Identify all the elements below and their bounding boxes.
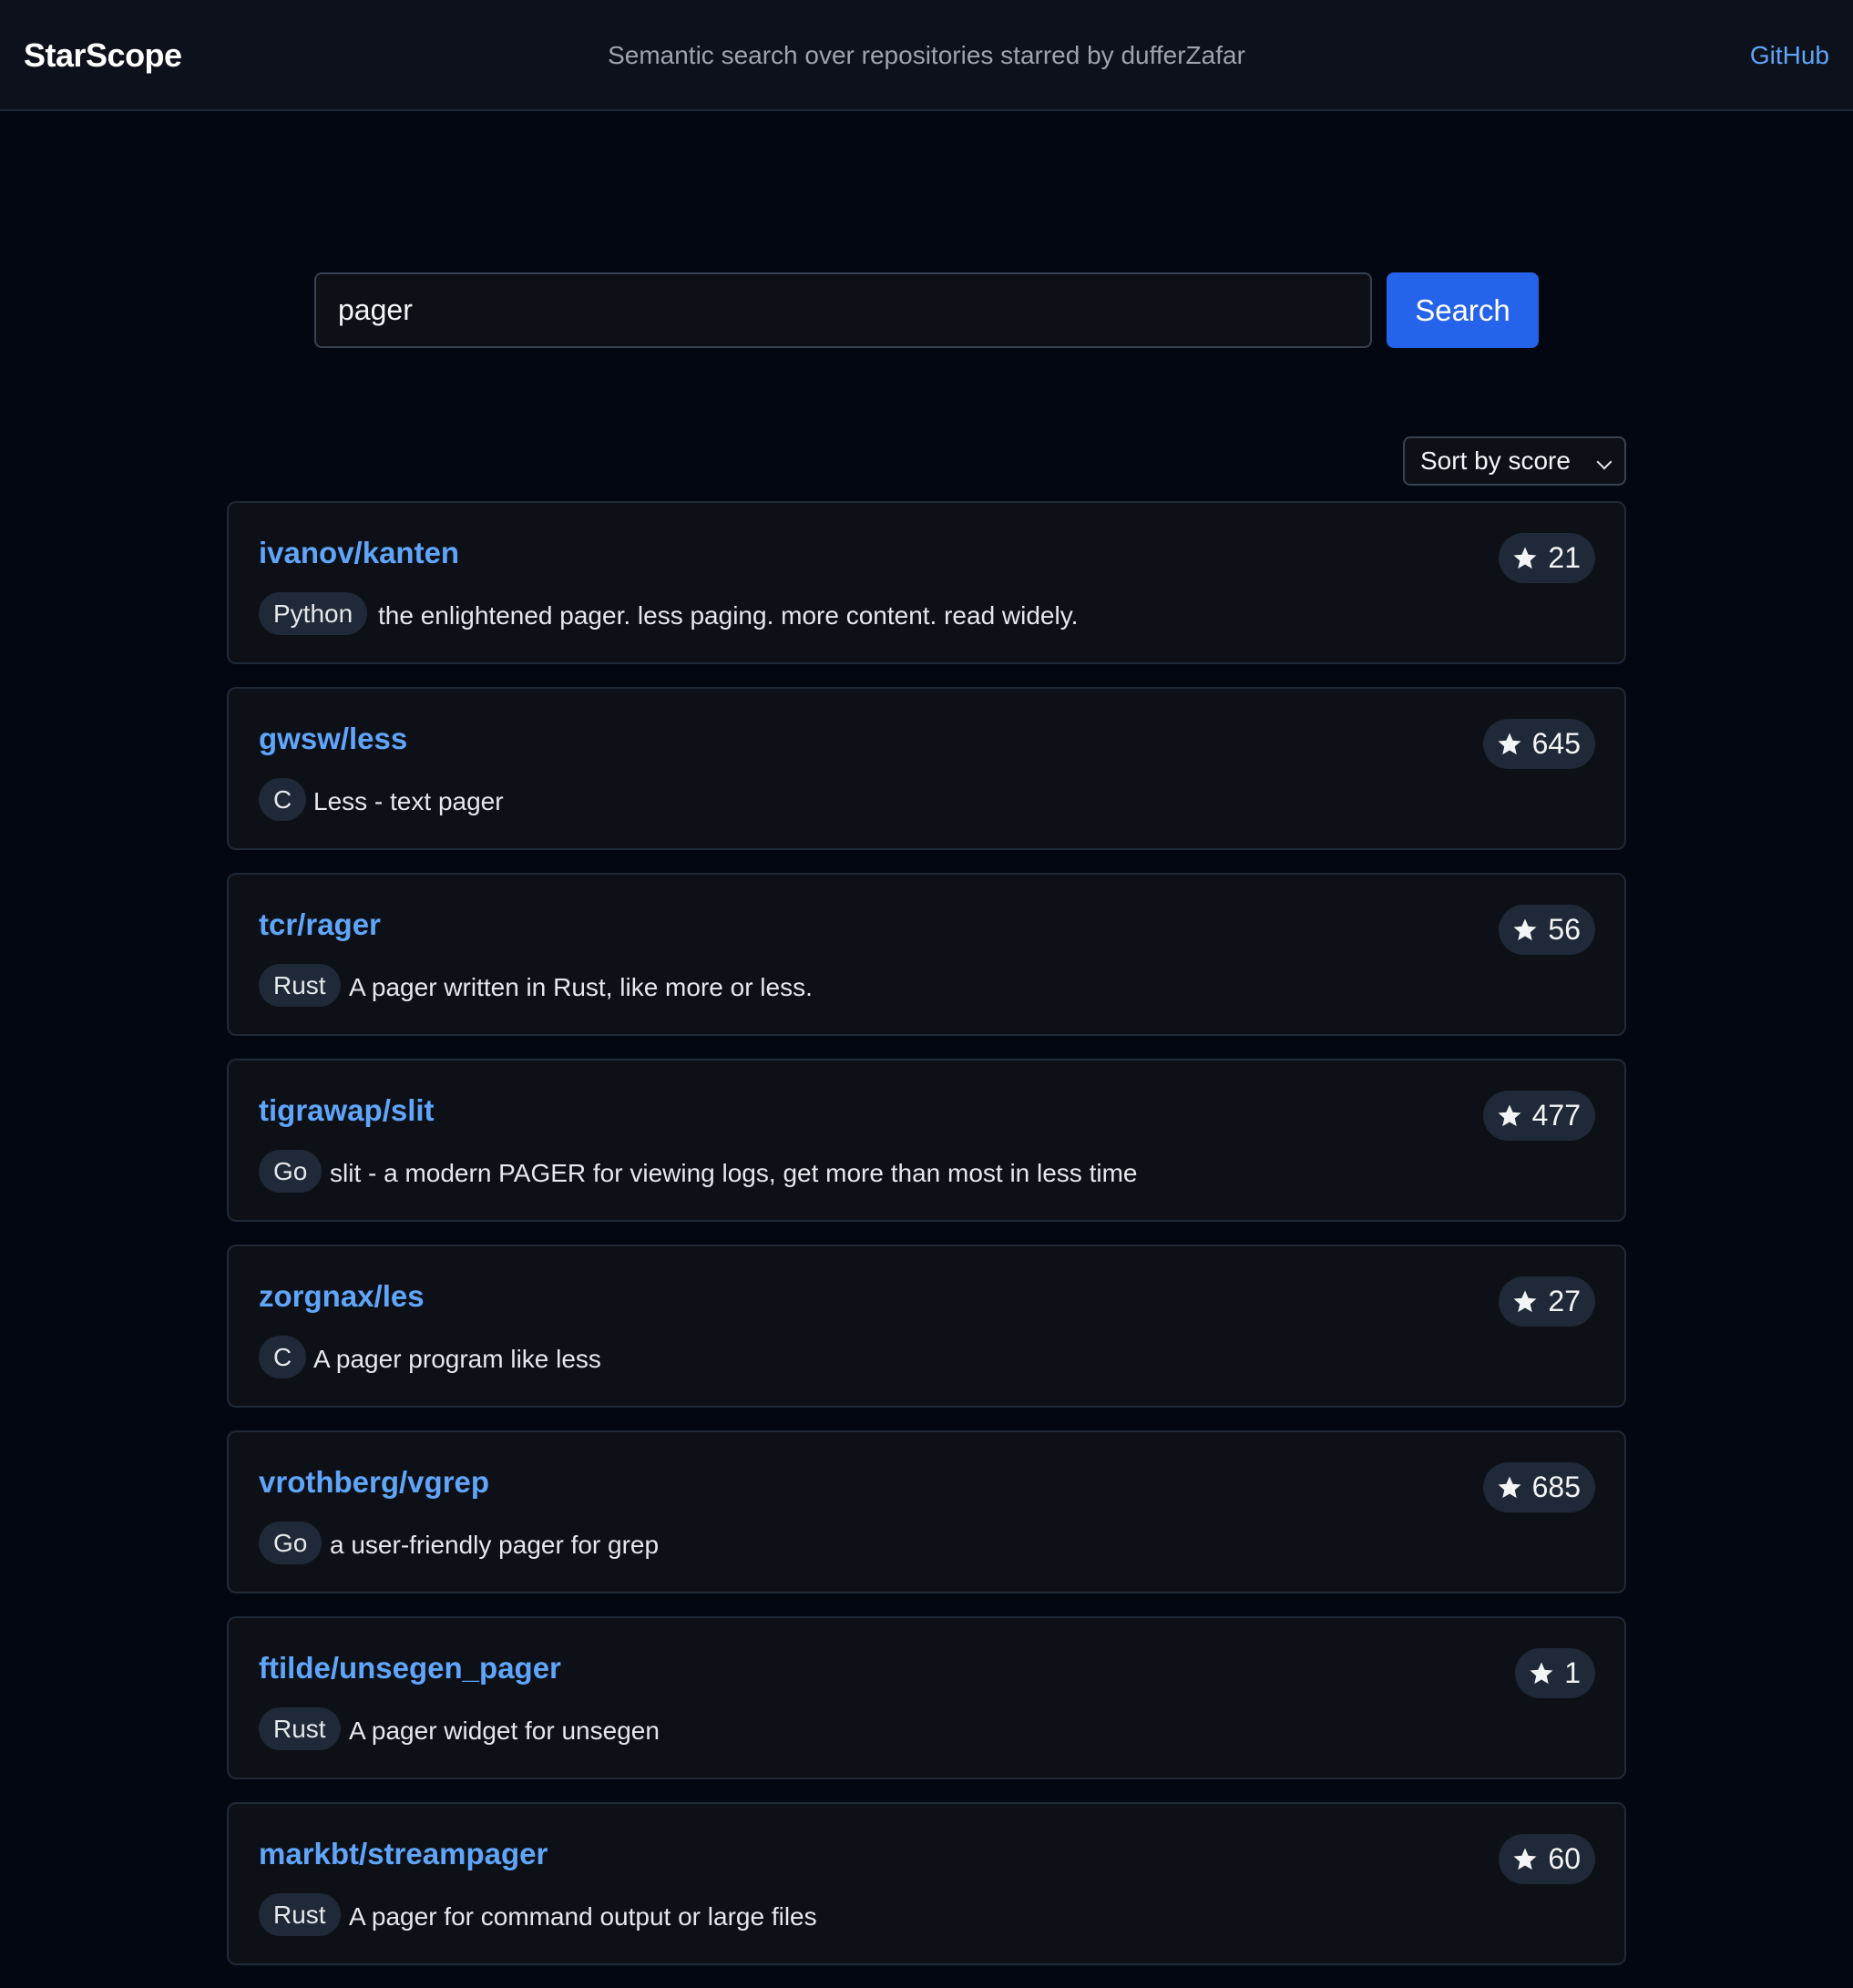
sort-select-label: Sort by score (1420, 446, 1571, 475)
repo-name-link[interactable]: vrothberg/vgrep (259, 1465, 489, 1500)
star-count-badge: 56 (1499, 905, 1595, 955)
star-count: 56 (1548, 913, 1581, 946)
github-link[interactable]: GitHub (1750, 41, 1829, 70)
star-icon (1513, 547, 1537, 569)
star-count: 645 (1531, 727, 1581, 760)
repo-name-link[interactable]: tcr/rager (259, 907, 381, 942)
language-badge: Go (259, 1522, 322, 1564)
result-card: ivanov/kanten 21 Python the enlightened … (227, 501, 1626, 664)
repo-description: A pager written in Rust, like more or le… (349, 973, 813, 1001)
language-badge: Python (259, 592, 368, 635)
star-icon (1513, 1848, 1537, 1870)
chevron-down-icon (1596, 454, 1612, 470)
result-card: markbt/streampager 60 Rust A pager for c… (227, 1802, 1626, 1965)
repo-name-link[interactable]: ivanov/kanten (259, 536, 459, 570)
language-badge: Rust (259, 964, 341, 1007)
language-badge: Rust (259, 1893, 341, 1936)
results-list: ivanov/kanten 21 Python the enlightened … (227, 501, 1626, 1988)
repo-description: A pager widget for unsegen (349, 1716, 660, 1745)
repo-description: A pager program like less (313, 1345, 601, 1373)
top-bar: StarScope Semantic search over repositor… (0, 0, 1853, 111)
star-icon (1498, 1476, 1521, 1498)
star-count: 27 (1548, 1285, 1581, 1317)
search-input[interactable] (314, 272, 1372, 348)
star-count-badge: 685 (1482, 1462, 1595, 1512)
result-card: tigrawap/slit 477 Go slit - a modern PAG… (227, 1059, 1626, 1222)
star-count-badge: 21 (1499, 533, 1595, 583)
repo-name-link[interactable]: tigrawap/slit (259, 1093, 435, 1128)
repo-description: a user-friendly pager for grep (330, 1531, 660, 1559)
star-icon (1513, 1290, 1537, 1312)
search-button[interactable]: Search (1387, 272, 1539, 348)
result-card: vrothberg/vgrep 685 Go a user-friendly p… (227, 1430, 1626, 1593)
language-badge: Go (259, 1150, 322, 1193)
repo-description: slit - a modern PAGER for viewing logs, … (330, 1159, 1138, 1187)
star-icon (1513, 918, 1537, 940)
repo-description: Less - text pager (313, 787, 504, 815)
sort-select[interactable]: Sort by score (1403, 436, 1626, 486)
star-count: 21 (1548, 541, 1581, 574)
star-count: 1 (1564, 1656, 1581, 1689)
result-card: zorgnax/les 27 C A pager program like le… (227, 1245, 1626, 1408)
star-count-badge: 60 (1499, 1834, 1595, 1884)
star-count-badge: 477 (1482, 1091, 1595, 1141)
repo-name-link[interactable]: ftilde/unsegen_pager (259, 1651, 561, 1686)
tagline: Semantic search over repositories starre… (608, 41, 1245, 69)
star-count-badge: 27 (1499, 1276, 1595, 1327)
language-badge: C (259, 778, 307, 821)
star-count: 477 (1531, 1099, 1581, 1132)
star-count: 60 (1548, 1842, 1581, 1875)
result-card: gwsw/less 645 C Less - text pager (227, 687, 1626, 850)
language-badge: Rust (259, 1707, 341, 1750)
star-count-badge: 645 (1482, 719, 1595, 769)
repo-name-link[interactable]: gwsw/less (259, 722, 407, 756)
repo-name-link[interactable]: markbt/streampager (259, 1837, 548, 1871)
result-card: ftilde/unsegen_pager 1 Rust A pager widg… (227, 1616, 1626, 1779)
star-icon (1498, 733, 1521, 754)
star-count-badge: 1 (1515, 1648, 1595, 1698)
star-icon (1498, 1104, 1521, 1126)
star-icon (1530, 1662, 1553, 1684)
language-badge: C (259, 1336, 307, 1378)
result-card: tcr/rager 56 Rust A pager written in Rus… (227, 873, 1626, 1036)
repo-description: the enlightened pager. less paging. more… (378, 601, 1079, 630)
star-count: 685 (1531, 1471, 1581, 1503)
repo-description: A pager for command output or large file… (349, 1902, 817, 1931)
repo-name-link[interactable]: zorgnax/les (259, 1279, 425, 1314)
